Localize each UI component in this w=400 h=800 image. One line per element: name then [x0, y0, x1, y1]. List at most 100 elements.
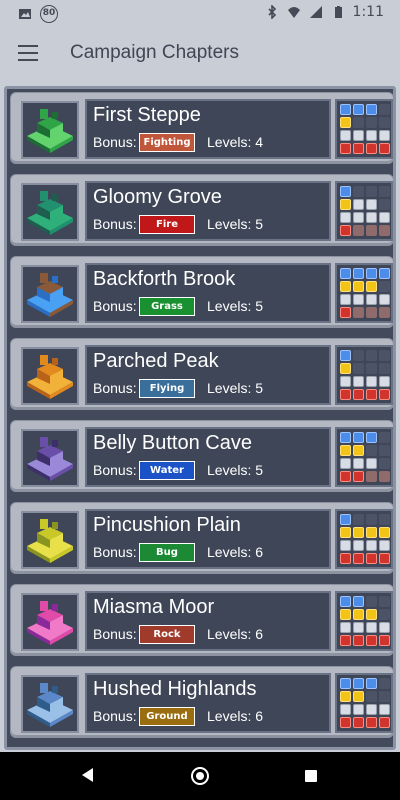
chapter-name: Parched Peak — [93, 350, 219, 372]
progress-cell — [379, 704, 390, 715]
progress-cell — [379, 609, 390, 620]
progress-cell — [353, 199, 364, 210]
progress-cell — [379, 294, 390, 305]
app-bar: Campaign Chapters — [0, 24, 400, 84]
bonus-label: Bonus: — [93, 462, 137, 478]
progress-cell — [340, 596, 351, 607]
levels-count: Levels: 5 — [207, 298, 264, 314]
progress-cell — [353, 704, 364, 715]
chapter-card[interactable]: Pincushion Plain Bonus: Bug Levels: 6 — [10, 502, 394, 574]
chapter-info: Backforth Brook Bonus: Grass Levels: 5 — [85, 263, 331, 323]
battery-icon — [334, 6, 342, 18]
bonus-type-badge: Grass — [139, 297, 195, 316]
bonus-label: Bonus: — [93, 298, 137, 314]
progress-cell — [366, 622, 377, 633]
progress-cell — [366, 117, 377, 128]
progress-grid — [335, 427, 393, 487]
progress-grid — [335, 591, 393, 651]
progress-cell — [379, 363, 390, 374]
progress-cell — [340, 186, 351, 197]
recents-icon[interactable] — [305, 770, 317, 782]
progress-cell — [366, 527, 377, 538]
home-icon[interactable] — [191, 767, 209, 785]
progress-cell — [353, 635, 364, 646]
chapter-name: Gloomy Grove — [93, 186, 222, 208]
chapter-name: Backforth Brook — [93, 268, 236, 290]
progress-cell — [379, 432, 390, 443]
progress-cell — [340, 199, 351, 210]
hamburger-menu-icon[interactable] — [18, 45, 38, 61]
progress-grid — [335, 99, 393, 159]
progress-cell — [379, 143, 390, 154]
levels-count: Levels: 6 — [207, 544, 264, 560]
chapter-card[interactable]: Belly Button Cave Bonus: Water Levels: 5 — [10, 420, 394, 492]
progress-cell — [366, 389, 377, 400]
chapter-card[interactable]: Gloomy Grove Bonus: Fire Levels: 5 — [10, 174, 394, 246]
progress-cell — [366, 471, 377, 482]
bonus-type-badge: Bug — [139, 543, 195, 562]
progress-cell — [353, 225, 364, 236]
progress-cell — [379, 186, 390, 197]
progress-cell — [340, 635, 351, 646]
bonus-label: Bonus: — [93, 216, 137, 232]
progress-cell — [353, 130, 364, 141]
progress-cell — [353, 186, 364, 197]
progress-cell — [340, 458, 351, 469]
progress-cell — [353, 458, 364, 469]
terrain-icon — [27, 437, 73, 481]
clock: 1:11 — [352, 4, 384, 20]
chapter-list[interactable]: First Steppe Bonus: Fighting Levels: 4 G… — [4, 86, 396, 750]
progress-cell — [379, 622, 390, 633]
back-icon[interactable] — [82, 768, 93, 782]
chapter-card[interactable]: Miasma Moor Bonus: Rock Levels: 6 — [10, 584, 394, 656]
progress-cell — [340, 432, 351, 443]
progress-grid — [335, 181, 393, 241]
progress-cell — [379, 389, 390, 400]
progress-cell — [340, 307, 351, 318]
progress-cell — [379, 117, 390, 128]
progress-cell — [353, 350, 364, 361]
progress-cell — [340, 350, 351, 361]
progress-cell — [353, 609, 364, 620]
chapter-thumbnail — [21, 183, 79, 241]
bonus-label: Bonus: — [93, 544, 137, 560]
terrain-icon — [27, 683, 73, 727]
progress-cell — [340, 704, 351, 715]
progress-cell — [379, 471, 390, 482]
chapter-card[interactable]: Parched Peak Bonus: Flying Levels: 5 — [10, 338, 394, 410]
progress-cell — [366, 376, 377, 387]
progress-cell — [353, 432, 364, 443]
bonus-label: Bonus: — [93, 626, 137, 642]
progress-cell — [353, 553, 364, 564]
terrain-icon — [27, 191, 73, 235]
chapter-card[interactable]: Hushed Highlands Bonus: Ground Levels: 6 — [10, 666, 394, 738]
progress-cell — [353, 527, 364, 538]
terrain-icon — [27, 355, 73, 399]
levels-count: Levels: 5 — [207, 380, 264, 396]
progress-cell — [353, 514, 364, 525]
progress-cell — [366, 432, 377, 443]
bluetooth-icon — [267, 5, 276, 19]
progress-cell — [366, 104, 377, 115]
levels-count: Levels: 5 — [207, 462, 264, 478]
chapter-info: Pincushion Plain Bonus: Bug Levels: 6 — [85, 509, 331, 569]
chapter-card[interactable]: Backforth Brook Bonus: Grass Levels: 5 — [10, 256, 394, 328]
progress-cell — [340, 717, 351, 728]
progress-cell — [379, 130, 390, 141]
progress-cell — [379, 527, 390, 538]
chapter-info: Gloomy Grove Bonus: Fire Levels: 5 — [85, 181, 331, 241]
progress-cell — [379, 458, 390, 469]
chapter-thumbnail — [21, 265, 79, 323]
progress-cell — [366, 678, 377, 689]
progress-cell — [353, 143, 364, 154]
signal-icon — [309, 6, 322, 18]
progress-cell — [340, 471, 351, 482]
progress-cell — [340, 212, 351, 223]
progress-cell — [353, 281, 364, 292]
progress-cell — [366, 130, 377, 141]
progress-cell — [366, 350, 377, 361]
bonus-type-badge: Rock — [139, 625, 195, 644]
progress-cell — [366, 212, 377, 223]
chapter-card[interactable]: First Steppe Bonus: Fighting Levels: 4 — [10, 92, 394, 164]
bonus-type-badge: Water — [139, 461, 195, 480]
